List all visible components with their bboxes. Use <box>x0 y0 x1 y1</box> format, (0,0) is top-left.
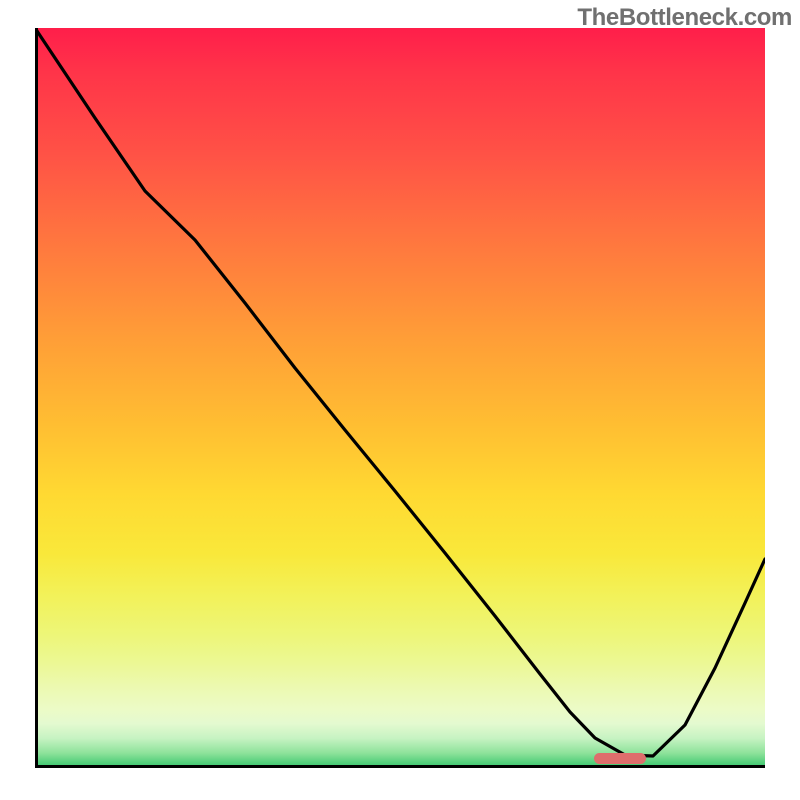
bottleneck-curve <box>35 28 765 768</box>
optimal-marker <box>594 753 646 764</box>
chart-canvas: TheBottleneck.com <box>0 0 800 800</box>
plot-area <box>35 28 765 768</box>
